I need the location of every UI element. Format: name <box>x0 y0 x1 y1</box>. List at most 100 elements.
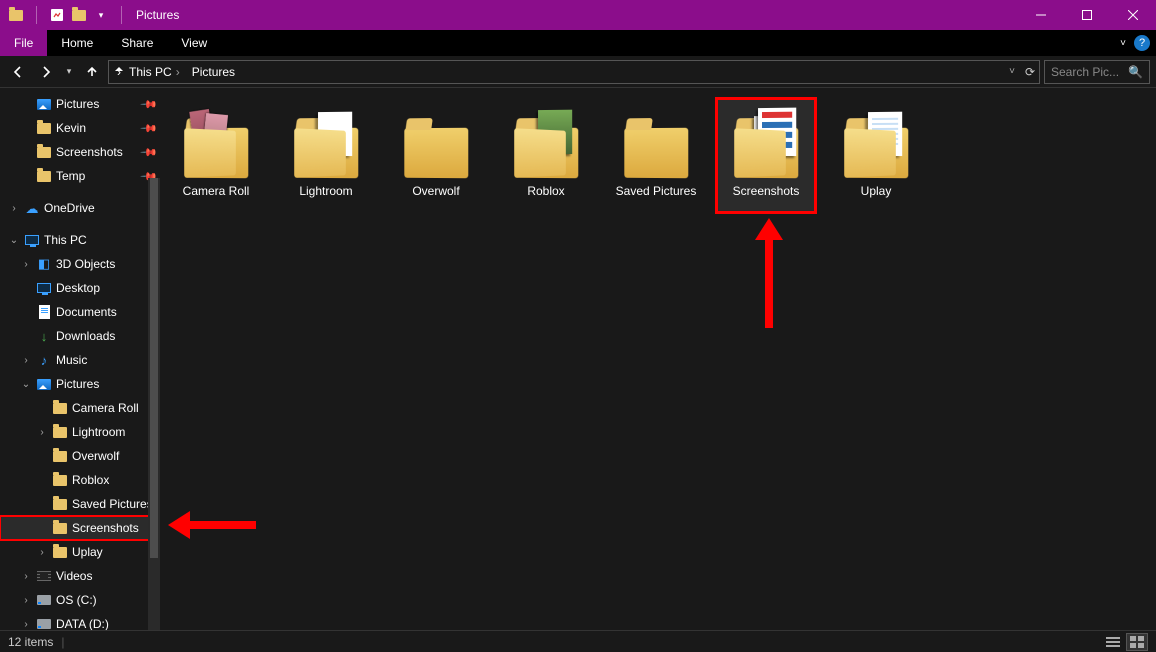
close-button[interactable] <box>1110 0 1156 30</box>
help-icon[interactable]: ? <box>1134 35 1150 51</box>
quick-access-kevin[interactable]: Kevin📌 <box>0 116 160 140</box>
collapse-icon[interactable]: ⌄ <box>20 379 32 390</box>
document-icon <box>36 304 52 320</box>
tree-label: Kevin <box>56 121 86 135</box>
3d-icon <box>36 256 52 272</box>
address-bar[interactable]: › This PC› Pictures ˅ ⟳ <box>108 60 1040 84</box>
view-details-button[interactable] <box>1102 633 1124 651</box>
tree-roblox[interactable]: Roblox <box>0 468 160 492</box>
expand-icon[interactable]: › <box>8 203 20 214</box>
tree-label: Downloads <box>56 329 115 343</box>
tree-thispc[interactable]: ⌄This PC <box>0 228 160 252</box>
tree-label: OneDrive <box>44 201 95 215</box>
tree-screenshots[interactable]: Screenshots <box>0 516 160 540</box>
tab-share[interactable]: Share <box>107 30 167 56</box>
address-dropdown-icon[interactable]: ˅ <box>1009 66 1015 77</box>
folder-label: Saved Pictures <box>616 184 697 198</box>
view-icons-button[interactable] <box>1126 633 1148 651</box>
tab-view[interactable]: View <box>167 30 221 56</box>
folder-label: Camera Roll <box>183 184 250 198</box>
folder-overwolf[interactable]: Overwolf <box>386 98 486 213</box>
folder-savedpictures[interactable]: Saved Pictures <box>606 98 706 213</box>
pin-icon: 📌 <box>140 143 159 162</box>
tree-desktop[interactable]: Desktop <box>0 276 160 300</box>
tree-3dobjects[interactable]: ›3D Objects <box>0 252 160 276</box>
pin-icon: 📌 <box>140 95 159 114</box>
music-icon <box>36 352 52 368</box>
tree-uplay[interactable]: ›Uplay <box>0 540 160 564</box>
tree-label: Uplay <box>72 545 103 559</box>
ribbon-expand-icon[interactable]: ˅ <box>1120 38 1126 49</box>
status-item-count: 12 items <box>8 635 53 649</box>
scrollbar-thumb[interactable] <box>150 178 158 558</box>
search-input[interactable]: Search Pic... 🔍 <box>1044 60 1150 84</box>
tree-music[interactable]: ›Music <box>0 348 160 372</box>
breadcrumb-thispc[interactable]: This PC› <box>125 65 184 79</box>
breadcrumb-label: This PC <box>129 65 172 79</box>
quick-access-pictures[interactable]: Pictures📌 <box>0 92 160 116</box>
tree-onedrive[interactable]: › OneDrive <box>0 196 160 220</box>
tree-label: Overwolf <box>72 449 119 463</box>
tree-pictures[interactable]: ⌄ Pictures <box>0 372 160 396</box>
tab-file[interactable]: File <box>0 30 47 56</box>
nav-row: ▾ › This PC› Pictures ˅ ⟳ Search Pic... … <box>0 56 1156 88</box>
tree-label: 3D Objects <box>56 257 115 271</box>
minimize-button[interactable] <box>1018 0 1064 30</box>
folder-cameraroll[interactable]: Camera Roll <box>166 98 266 213</box>
maximize-button[interactable] <box>1064 0 1110 30</box>
download-icon <box>36 328 52 344</box>
recent-locations-button[interactable]: ▾ <box>62 60 76 84</box>
forward-button[interactable] <box>34 60 58 84</box>
refresh-button[interactable]: ⟳ <box>1025 65 1035 79</box>
tree-label: Screenshots <box>56 145 123 159</box>
tree-label: Saved Pictures <box>72 497 153 511</box>
qat-newfolder-icon[interactable] <box>71 7 87 23</box>
cloud-icon <box>24 200 40 216</box>
desktop-icon <box>36 280 52 296</box>
folder-roblox[interactable]: Roblox <box>496 98 596 213</box>
tree-lightroom[interactable]: ›Lightroom <box>0 420 160 444</box>
tree-label: Temp <box>56 169 85 183</box>
tree-label: Videos <box>56 569 92 583</box>
sidebar-scrollbar[interactable] <box>148 178 160 630</box>
quick-access-temp[interactable]: Temp📌 <box>0 164 160 188</box>
navigation-pane: Pictures📌 Kevin📌 Screenshots📌 Temp📌 ›One… <box>0 88 160 630</box>
search-placeholder: Search Pic... <box>1051 65 1124 79</box>
tree-label: Camera Roll <box>72 401 139 415</box>
back-button[interactable] <box>6 60 30 84</box>
titlebar: ▾ Pictures <box>0 0 1156 30</box>
folder-label: Lightroom <box>299 184 352 198</box>
breadcrumb-label: Pictures <box>192 65 235 79</box>
pictures-icon <box>36 376 52 392</box>
tree-osc[interactable]: ›OS (C:) <box>0 588 160 612</box>
content-pane[interactable]: Camera Roll Lightroom Overwolf Roblox Sa… <box>160 88 1156 630</box>
status-bar: 12 items | <box>0 630 1156 652</box>
tab-home[interactable]: Home <box>47 30 107 56</box>
qat-dropdown-icon[interactable]: ▾ <box>93 7 109 23</box>
folder-label: Uplay <box>861 184 892 198</box>
tree-cameraroll[interactable]: Camera Roll <box>0 396 160 420</box>
ribbon-tabs: File Home Share View ˅ ? <box>0 30 1156 56</box>
tree-label: Screenshots <box>72 521 139 535</box>
tree-label: Desktop <box>56 281 100 295</box>
tree-downloads[interactable]: Downloads <box>0 324 160 348</box>
folder-screenshots[interactable]: Screenshots <box>716 98 816 213</box>
folder-lightroom[interactable]: Lightroom <box>276 98 376 213</box>
tree-label: Pictures <box>56 377 99 391</box>
quick-access-toolbar: ▾ <box>0 6 128 24</box>
breadcrumb-pictures[interactable]: Pictures <box>188 65 239 79</box>
tree-documents[interactable]: Documents <box>0 300 160 324</box>
collapse-icon[interactable]: ⌄ <box>8 235 20 246</box>
tree-label: Music <box>56 353 87 367</box>
folder-label: Screenshots <box>733 184 800 198</box>
tree-videos[interactable]: ›Videos <box>0 564 160 588</box>
tree-overwolf[interactable]: Overwolf <box>0 444 160 468</box>
search-icon: 🔍 <box>1128 65 1143 79</box>
up-button[interactable] <box>80 60 104 84</box>
folder-uplay[interactable]: Uplay <box>826 98 926 213</box>
tree-datad[interactable]: ›DATA (D:) <box>0 612 160 630</box>
tree-savedpictures[interactable]: Saved Pictures <box>0 492 160 516</box>
folder-label: Roblox <box>527 184 564 198</box>
quick-access-screenshots[interactable]: Screenshots 📌 <box>0 140 160 164</box>
qat-properties-icon[interactable] <box>49 7 65 23</box>
